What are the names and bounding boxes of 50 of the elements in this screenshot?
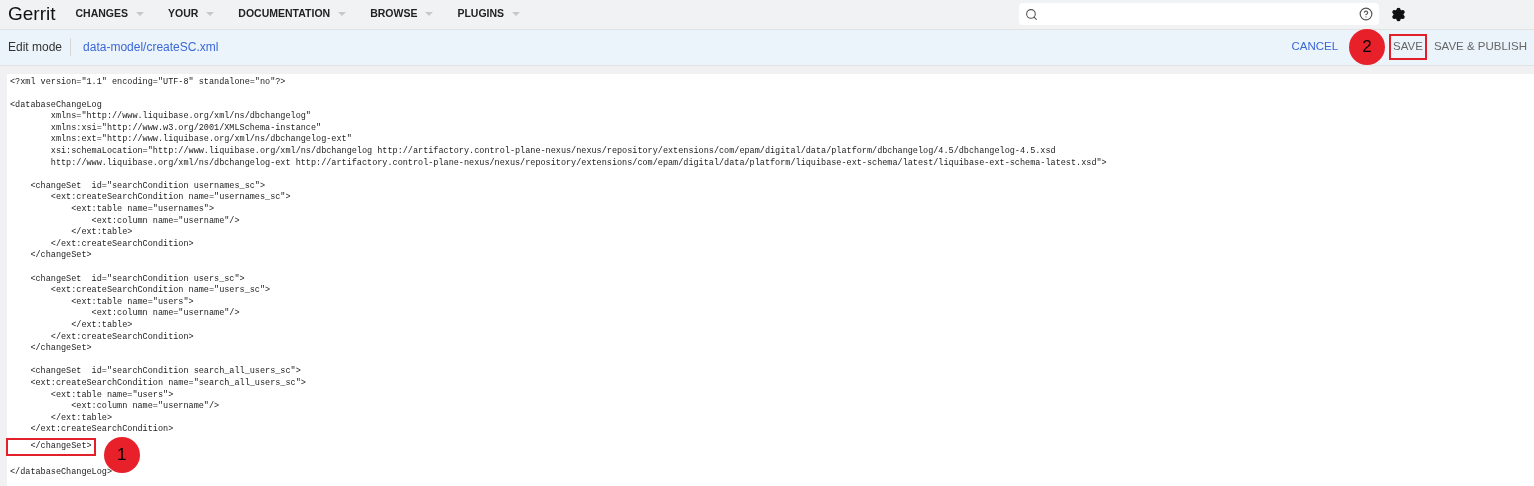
- code-line: <ext:column name="username"/>: [90, 215, 240, 227]
- code-line: <ext:createSearchCondition name="search_all_users_sc">: [29, 377, 306, 390]
- code-line: </ext:table>: [70, 319, 133, 332]
- code-line: </ext:createSearchCondition>: [49, 331, 194, 343]
- code-line: <changeSet id="searchCondition users_sc">: [29, 273, 245, 285]
- code-line: xmlns:xsi="http://www.w3.org/2001/XMLSchema-instance": [49, 122, 322, 134]
- code-line: </databaseChangeLog>: [10, 467, 113, 479]
- code-line: http://www.liquibase.org/xml/ns/dbchangelog-ext http://artifactory.control-plane-nexus/nexus/repository/extensions/com/epam/digital/data/platform/liquibase-ext-schema/latest/liquibase-ext-schema-latest.xsd">: [49, 157, 1107, 170]
- code-line: xmlns="http://www.liquibase.org/xml/ns/dbchangelog": [49, 111, 311, 123]
- nav-menu[interactable]: DOCUMENTATION: [238, 6, 347, 23]
- action-button[interactable]: CANCEL: [1287, 34, 1343, 60]
- code-line: <changeSet id="searchCondition usernames_sc">: [29, 180, 266, 192]
- app-logo[interactable]: Gerrit: [8, 0, 56, 29]
- code-line: <ext:table name="users">: [49, 389, 174, 401]
- caret-icon: [136, 12, 144, 17]
- code-line: <ext:createSearchCondition name="users_sc">: [49, 285, 271, 297]
- code-line: <databaseChangeLog: [10, 99, 102, 111]
- caret-icon: [338, 12, 347, 17]
- nav-menu[interactable]: PLUGINS: [457, 6, 521, 23]
- code-line: <ext:column name="username"/>: [70, 401, 220, 413]
- nav-menu[interactable]: CHANGES: [75, 6, 144, 23]
- code-line: <ext:table name="usernames">: [70, 204, 215, 216]
- settings-icon[interactable]: [1391, 6, 1406, 22]
- code-line: </changeSet>: [29, 250, 92, 262]
- caret-icon: [512, 12, 521, 17]
- caret-icon: [425, 12, 434, 17]
- nav-menu[interactable]: BROWSE: [370, 6, 434, 23]
- code-editor[interactable]: [7, 73, 1534, 486]
- action-button[interactable]: SAVE: [1389, 34, 1427, 60]
- search-icon: [1025, 7, 1038, 21]
- help-icon[interactable]: [1359, 7, 1373, 22]
- code-line: <ext:createSearchCondition name="usernames_sc">: [49, 192, 291, 204]
- code-line: <ext:column name="username"/>: [90, 308, 240, 320]
- nav-menu[interactable]: YOUR: [168, 6, 215, 23]
- edit-mode-label: Edit mode: [8, 38, 72, 56]
- callout-badge: 2: [1349, 29, 1386, 65]
- code-line: <changeSet id="searchCondition search_all_users_sc">: [29, 366, 301, 378]
- code-line: </ext:table>: [49, 412, 113, 424]
- code-line: xsi:schemaLocation="http://www.liquibase.org/xml/ns/dbchangelog http://artifactory.control-plane-nexus/nexus/repository/extensions/com/epam/digital/data/platform/dbchangelog/4.5/dbchangelog-4.5.xsd: [49, 146, 1056, 158]
- code-line: </ext:createSearchCondition>: [49, 238, 194, 250]
- code-line: </changeSet>: [29, 343, 92, 355]
- file-path-link[interactable]: data-model/createSC.xml: [83, 38, 219, 56]
- code-line: <ext:table name="users">: [70, 296, 194, 308]
- code-line: <?xml version="1.1" encoding="UTF-8" standalone="no"?>: [10, 76, 286, 89]
- search-field[interactable]: [1019, 3, 1379, 26]
- caret-icon: [206, 12, 215, 17]
- code-line: xmlns:ext="http://www.liquibase.org/xml/ns/dbchangelog-ext": [49, 134, 352, 146]
- code-line: </ext:table>: [70, 227, 133, 239]
- action-button[interactable]: SAVE & PUBLISH: [1429, 34, 1531, 60]
- code-line: </ext:createSearchCondition>: [29, 424, 174, 436]
